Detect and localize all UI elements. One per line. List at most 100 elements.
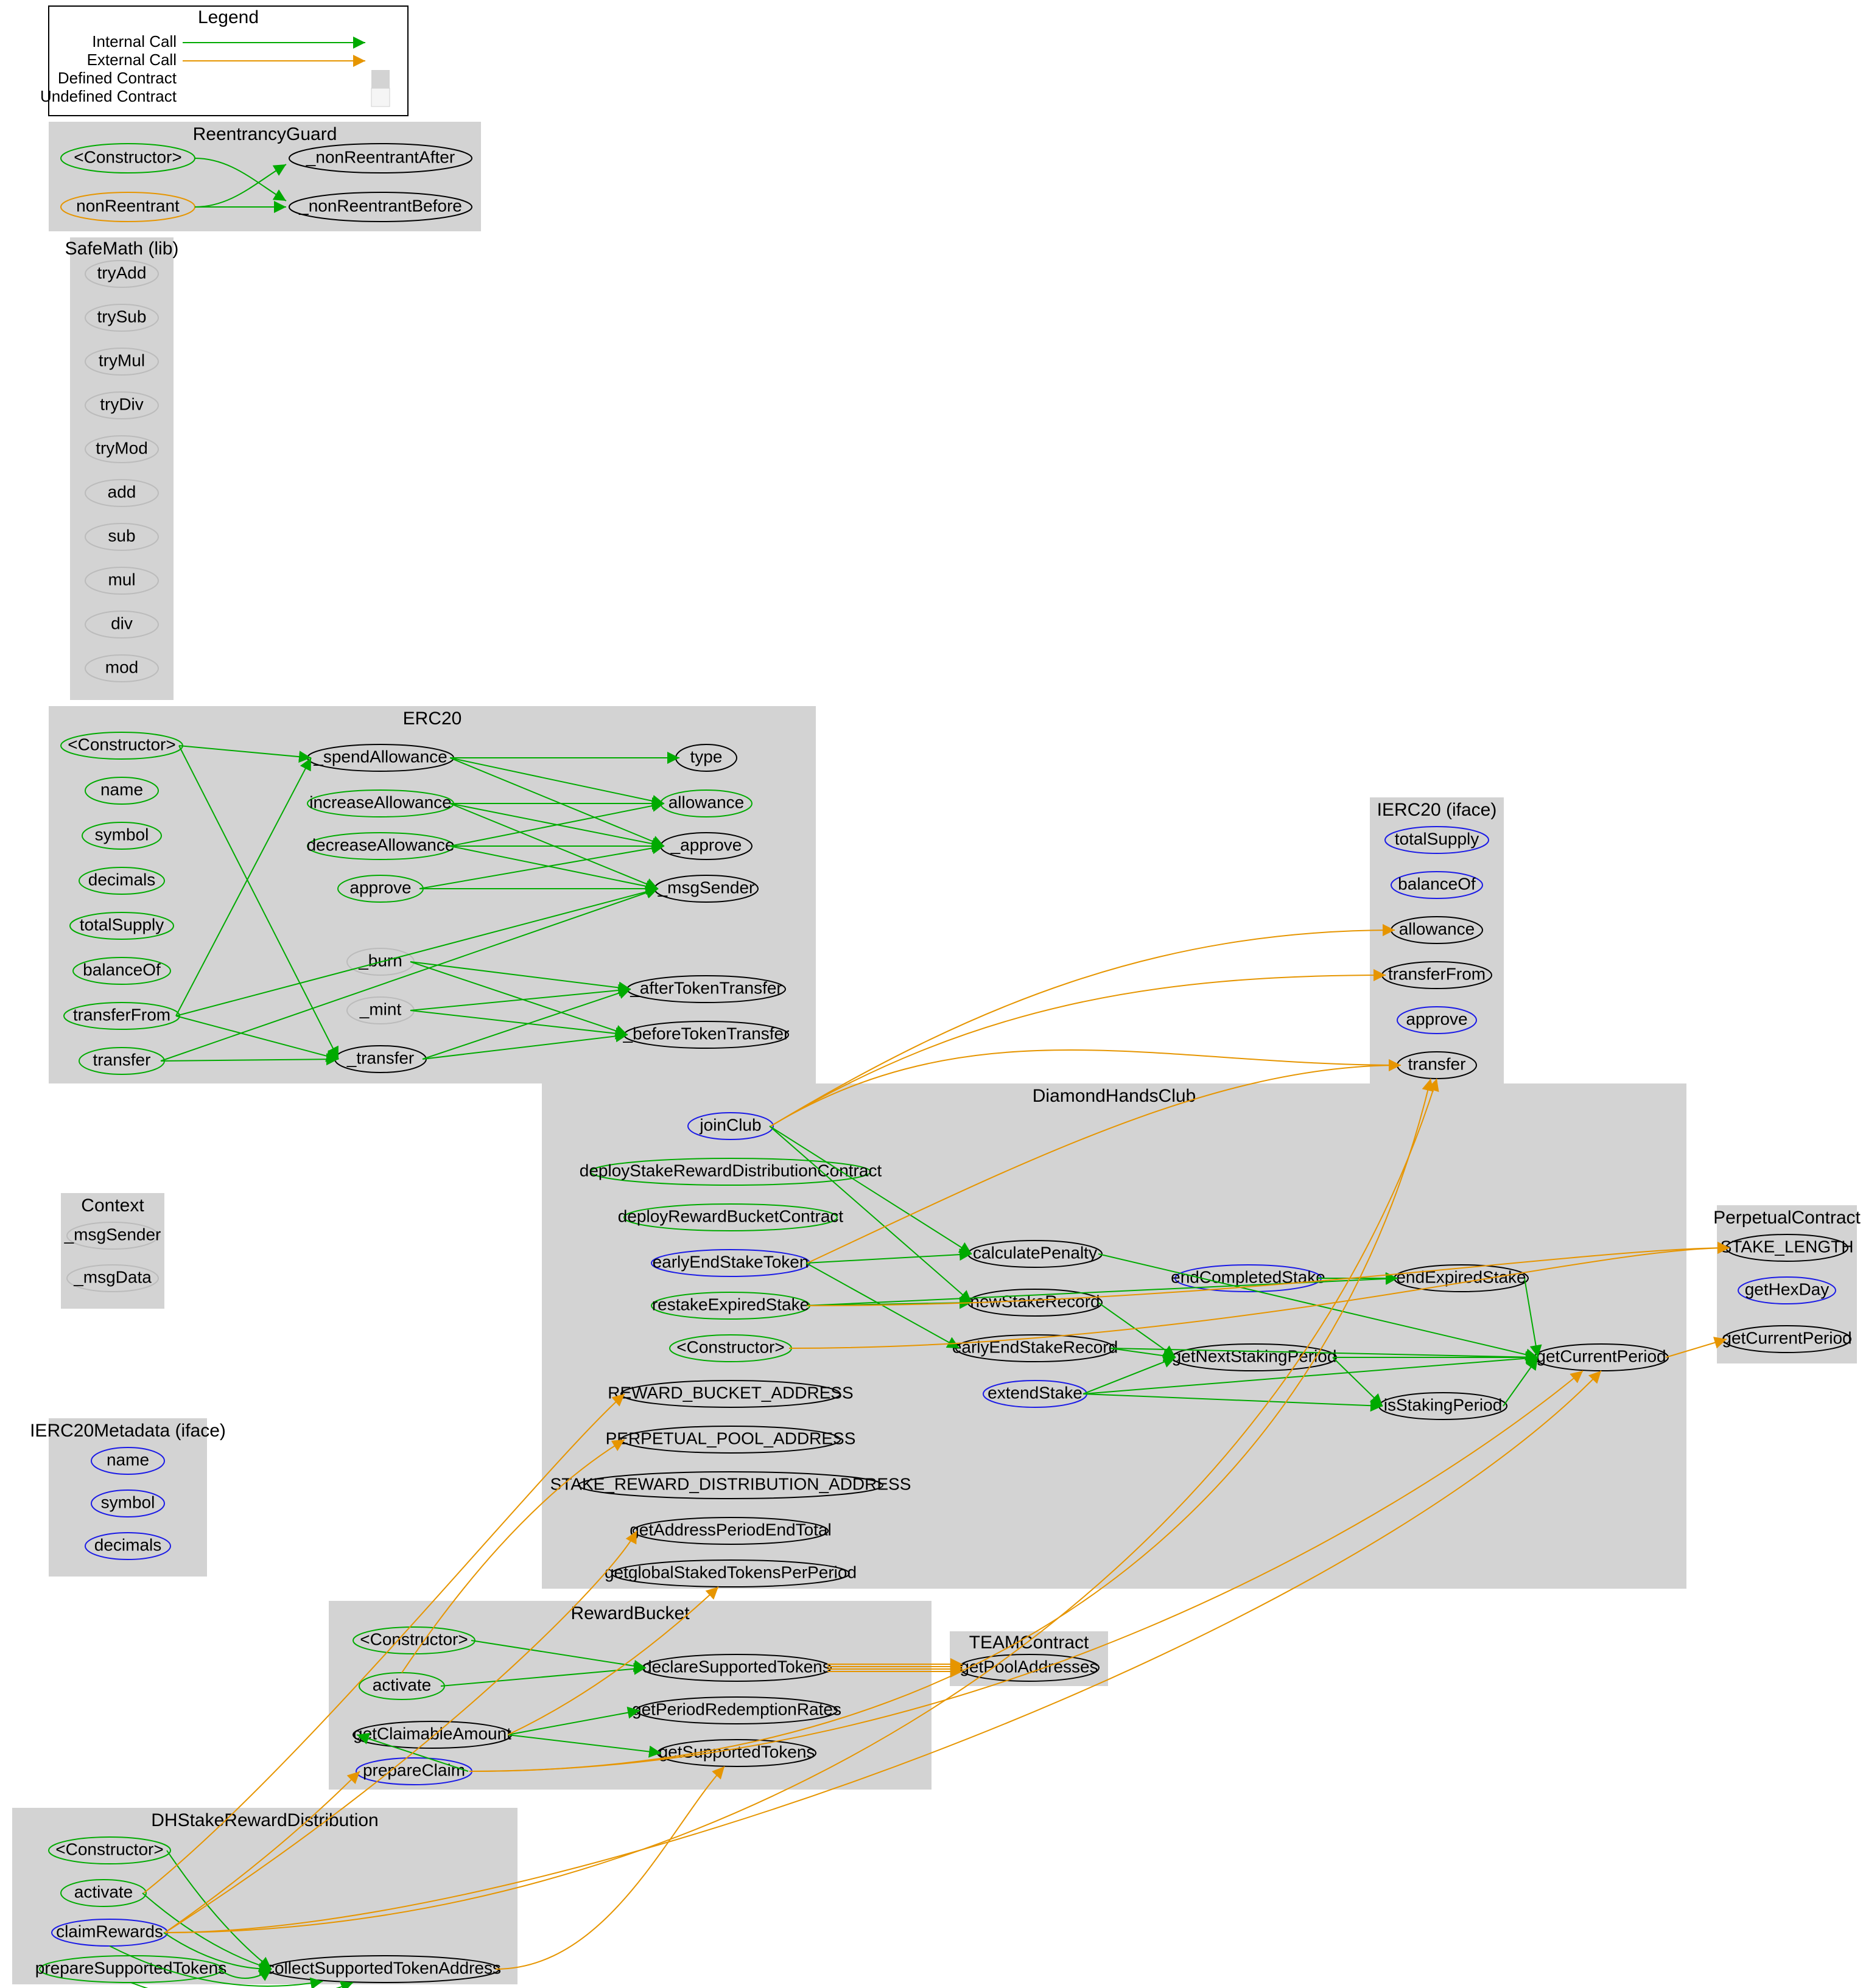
dhc-ctor-label: <Constructor> — [676, 1337, 784, 1356]
dhc-deployRewardBucketContract-label: deployRewardBucketContract — [618, 1206, 844, 1225]
erc20-_transfer-label: _transfer — [346, 1048, 415, 1067]
dhc-earlyEndStakeToken-label: earlyEndStakeToken — [653, 1252, 809, 1271]
erc20-ctor-label: <Constructor> — [68, 735, 175, 754]
rg-title: ReentrancyGuard — [193, 124, 337, 144]
pc-title: PerpetualContract — [1713, 1208, 1861, 1228]
erc20-allowance-label: allowance — [668, 793, 745, 811]
sm-add-label: add — [108, 482, 136, 501]
sd-prepare-label: prepareSupportedTokens — [35, 1958, 226, 1977]
contract-safemath: SafeMath (lib) tryAdd trySub tryMul tryDiv t… — [65, 237, 179, 700]
dhc-STAKE_REWARD_DISTRIBUTION_ADDRESS-label: STAKE_REWARD_DISTRIBUTION_ADDRESS — [550, 1474, 911, 1493]
svg-text:_msgSender: _msgSender — [64, 1225, 161, 1244]
ierc20-balanceOf-label: balanceOf — [1398, 874, 1476, 893]
svg-text:_nonReentrantAfter: _nonReentrantAfter — [306, 147, 455, 166]
ctx-title: Context — [81, 1195, 144, 1216]
svg-text:decimals: decimals — [94, 1535, 161, 1554]
dhc-deployStakeRewardDistributionContract-label: deployStakeRewardDistributionContract — [580, 1161, 882, 1180]
ierc20-title: IERC20 (iface) — [1377, 800, 1497, 820]
rb-title: RewardBucket — [570, 1603, 690, 1623]
legend-defined-contract: Defined Contract — [58, 69, 177, 87]
rb-claimable-label: getClaimableAmount — [353, 1724, 511, 1743]
erc20-approve-label: approve — [349, 878, 411, 897]
sm-sub-label: sub — [108, 526, 135, 545]
svg-text:symbol: symbol — [101, 1493, 155, 1511]
svg-text:getHexDay: getHexDay — [1745, 1279, 1830, 1298]
legend-undefined-contract: Undefined Contract — [40, 87, 177, 105]
erc20-balanceOf-label: balanceOf — [83, 960, 161, 979]
ierc20-totalSupply-label: totalSupply — [1395, 829, 1479, 848]
contract-dhc: DiamondHandsClub joinClub deployStakeRewa… — [542, 1083, 1686, 1589]
svg-text:STAKE_LENGTH: STAKE_LENGTH — [1721, 1237, 1854, 1256]
rb-rates-label: getPeriodRedemptionRates — [632, 1699, 841, 1718]
legend-undef-swatch — [371, 88, 390, 107]
erc20-totalSupply-label: totalSupply — [80, 915, 164, 934]
dhc-title: DiamondHandsClub — [1033, 1086, 1196, 1106]
sd-collect-label: collectSupportedTokenAddress — [266, 1958, 501, 1977]
sm-tryMod-label: tryMod — [96, 438, 148, 457]
dhc-restakeExpiredStake-label: restakeExpiredStake — [652, 1295, 809, 1314]
ierc20-approve-label: approve — [1406, 1009, 1467, 1028]
dhc-curperiod-label: getCurrentPeriod — [1536, 1346, 1666, 1365]
erc20-decimals-label: decimals — [88, 870, 155, 889]
erc20-_burn-label: _burn — [358, 951, 402, 970]
legend-external-call: External Call — [87, 51, 177, 69]
sm-tryAdd-label: tryAdd — [97, 263, 147, 282]
sm-mul-label: mul — [108, 570, 135, 589]
rb-activate-label: activate — [373, 1675, 432, 1694]
sm-mod-label: mod — [105, 657, 138, 676]
contract-perpetual: PerpetualContract STAKE_LENGTH getHexDay… — [1713, 1205, 1861, 1363]
sm-tryDiv-label: tryDiv — [100, 394, 144, 413]
svg-text:name: name — [107, 1450, 149, 1469]
dhc-getAddressPeriodEndTotal-label: getAddressPeriodEndTotal — [630, 1520, 832, 1539]
erc20-_beforeTokenTransfer-label: _beforeTokenTransfer — [623, 1024, 790, 1043]
meta-title: IERC20Metadata (iface) — [30, 1421, 226, 1441]
erc20-_afterTokenTransfer-label: _afterTokenTransfer — [630, 978, 782, 997]
rb-declare-label: declareSupportedTokens — [642, 1657, 831, 1676]
dhc-extendStake-label: extendStake — [988, 1383, 1082, 1402]
contract-context: Context _msgSender _msgData — [61, 1193, 164, 1309]
contract-ierc20: IERC20 (iface) totalSupplybalanceOfallow… — [1370, 797, 1504, 1083]
contract-team: TEAMContract getPoolAddresses — [950, 1631, 1108, 1686]
erc20-decreaseAllowance-label: decreaseAllowance — [307, 835, 455, 854]
dhc-getglobalStakedTokensPerPeriod-label: getglobalStakedTokensPerPeriod — [605, 1563, 857, 1581]
svg-text:nonReentrant: nonReentrant — [76, 196, 180, 215]
sd-activate-label: activate — [74, 1882, 133, 1901]
dhc-endexpired-label: endExpiredStake — [1396, 1267, 1526, 1286]
dhc-REWARD_BUCKET_ADDRESS-label: REWARD_BUCKET_ADDRESS — [608, 1383, 853, 1402]
erc20-name-label: name — [100, 780, 143, 799]
svg-text:<Constructor>: <Constructor> — [74, 147, 181, 166]
legend-title: Legend — [198, 7, 259, 27]
rb-prepare-label: prepareClaim — [363, 1760, 465, 1779]
ierc20-transfer-label: transfer — [1408, 1054, 1466, 1073]
dhc-calculatePenalty-label: calculatePenalty — [973, 1243, 1097, 1262]
dhc-earlyEndStakeRecord-label: earlyEndStakeRecord — [952, 1337, 1118, 1356]
dhc-joinClub-label: joinClub — [699, 1115, 761, 1134]
sd-ctor-label: <Constructor> — [55, 1839, 163, 1858]
svg-text:_nonReentrantBefore: _nonReentrantBefore — [298, 196, 462, 215]
sm-tryMul-label: tryMul — [99, 351, 145, 369]
sm-trySub-label: trySub — [97, 307, 147, 326]
dhc-isstaking-label: isStakingPeriod — [1384, 1395, 1503, 1414]
svg-text:getCurrentPeriod: getCurrentPeriod — [1722, 1328, 1851, 1347]
contract-dhsrd: DHStakeRewardDistribution <Constructor> a… — [12, 1808, 518, 1988]
erc20-transferFrom-label: transferFrom — [73, 1005, 170, 1024]
edge — [496, 1766, 724, 1969]
contract-erc20: ERC20 <Constructor>namesymboldecimalstot… — [49, 706, 816, 1083]
legend-internal-call: Internal Call — [92, 32, 177, 51]
legend: Legend Internal Call External Call Defin… — [40, 6, 408, 116]
contract-reentrancy-guard: ReentrancyGuard <Constructor> nonReentra… — [49, 122, 481, 231]
erc20-increaseAllowance-label: increaseAllowance — [309, 793, 451, 811]
erc20-_mint-label: _mint — [359, 999, 402, 1018]
rb-ctor-label: <Constructor> — [360, 1629, 468, 1648]
sm-title: SafeMath (lib) — [65, 239, 179, 259]
erc20-title: ERC20 — [403, 709, 462, 729]
erc20-transfer-label: transfer — [93, 1050, 151, 1069]
sm-div-label: div — [111, 614, 133, 632]
contract-ierc20metadata: IERC20Metadata (iface) name symbol decim… — [30, 1418, 226, 1577]
ierc20-transferFrom-label: transferFrom — [1388, 964, 1486, 983]
legend-defined-swatch — [371, 70, 390, 88]
erc20-_approve-label: _approve — [670, 835, 742, 854]
sd-claim-label: claimRewards — [56, 1922, 163, 1941]
dhc-PERPETUAL_POOL_ADDRESS-label: PERPETUAL_POOL_ADDRESS — [606, 1429, 856, 1447]
dhsrd-title: DHStakeRewardDistribution — [151, 1810, 378, 1830]
